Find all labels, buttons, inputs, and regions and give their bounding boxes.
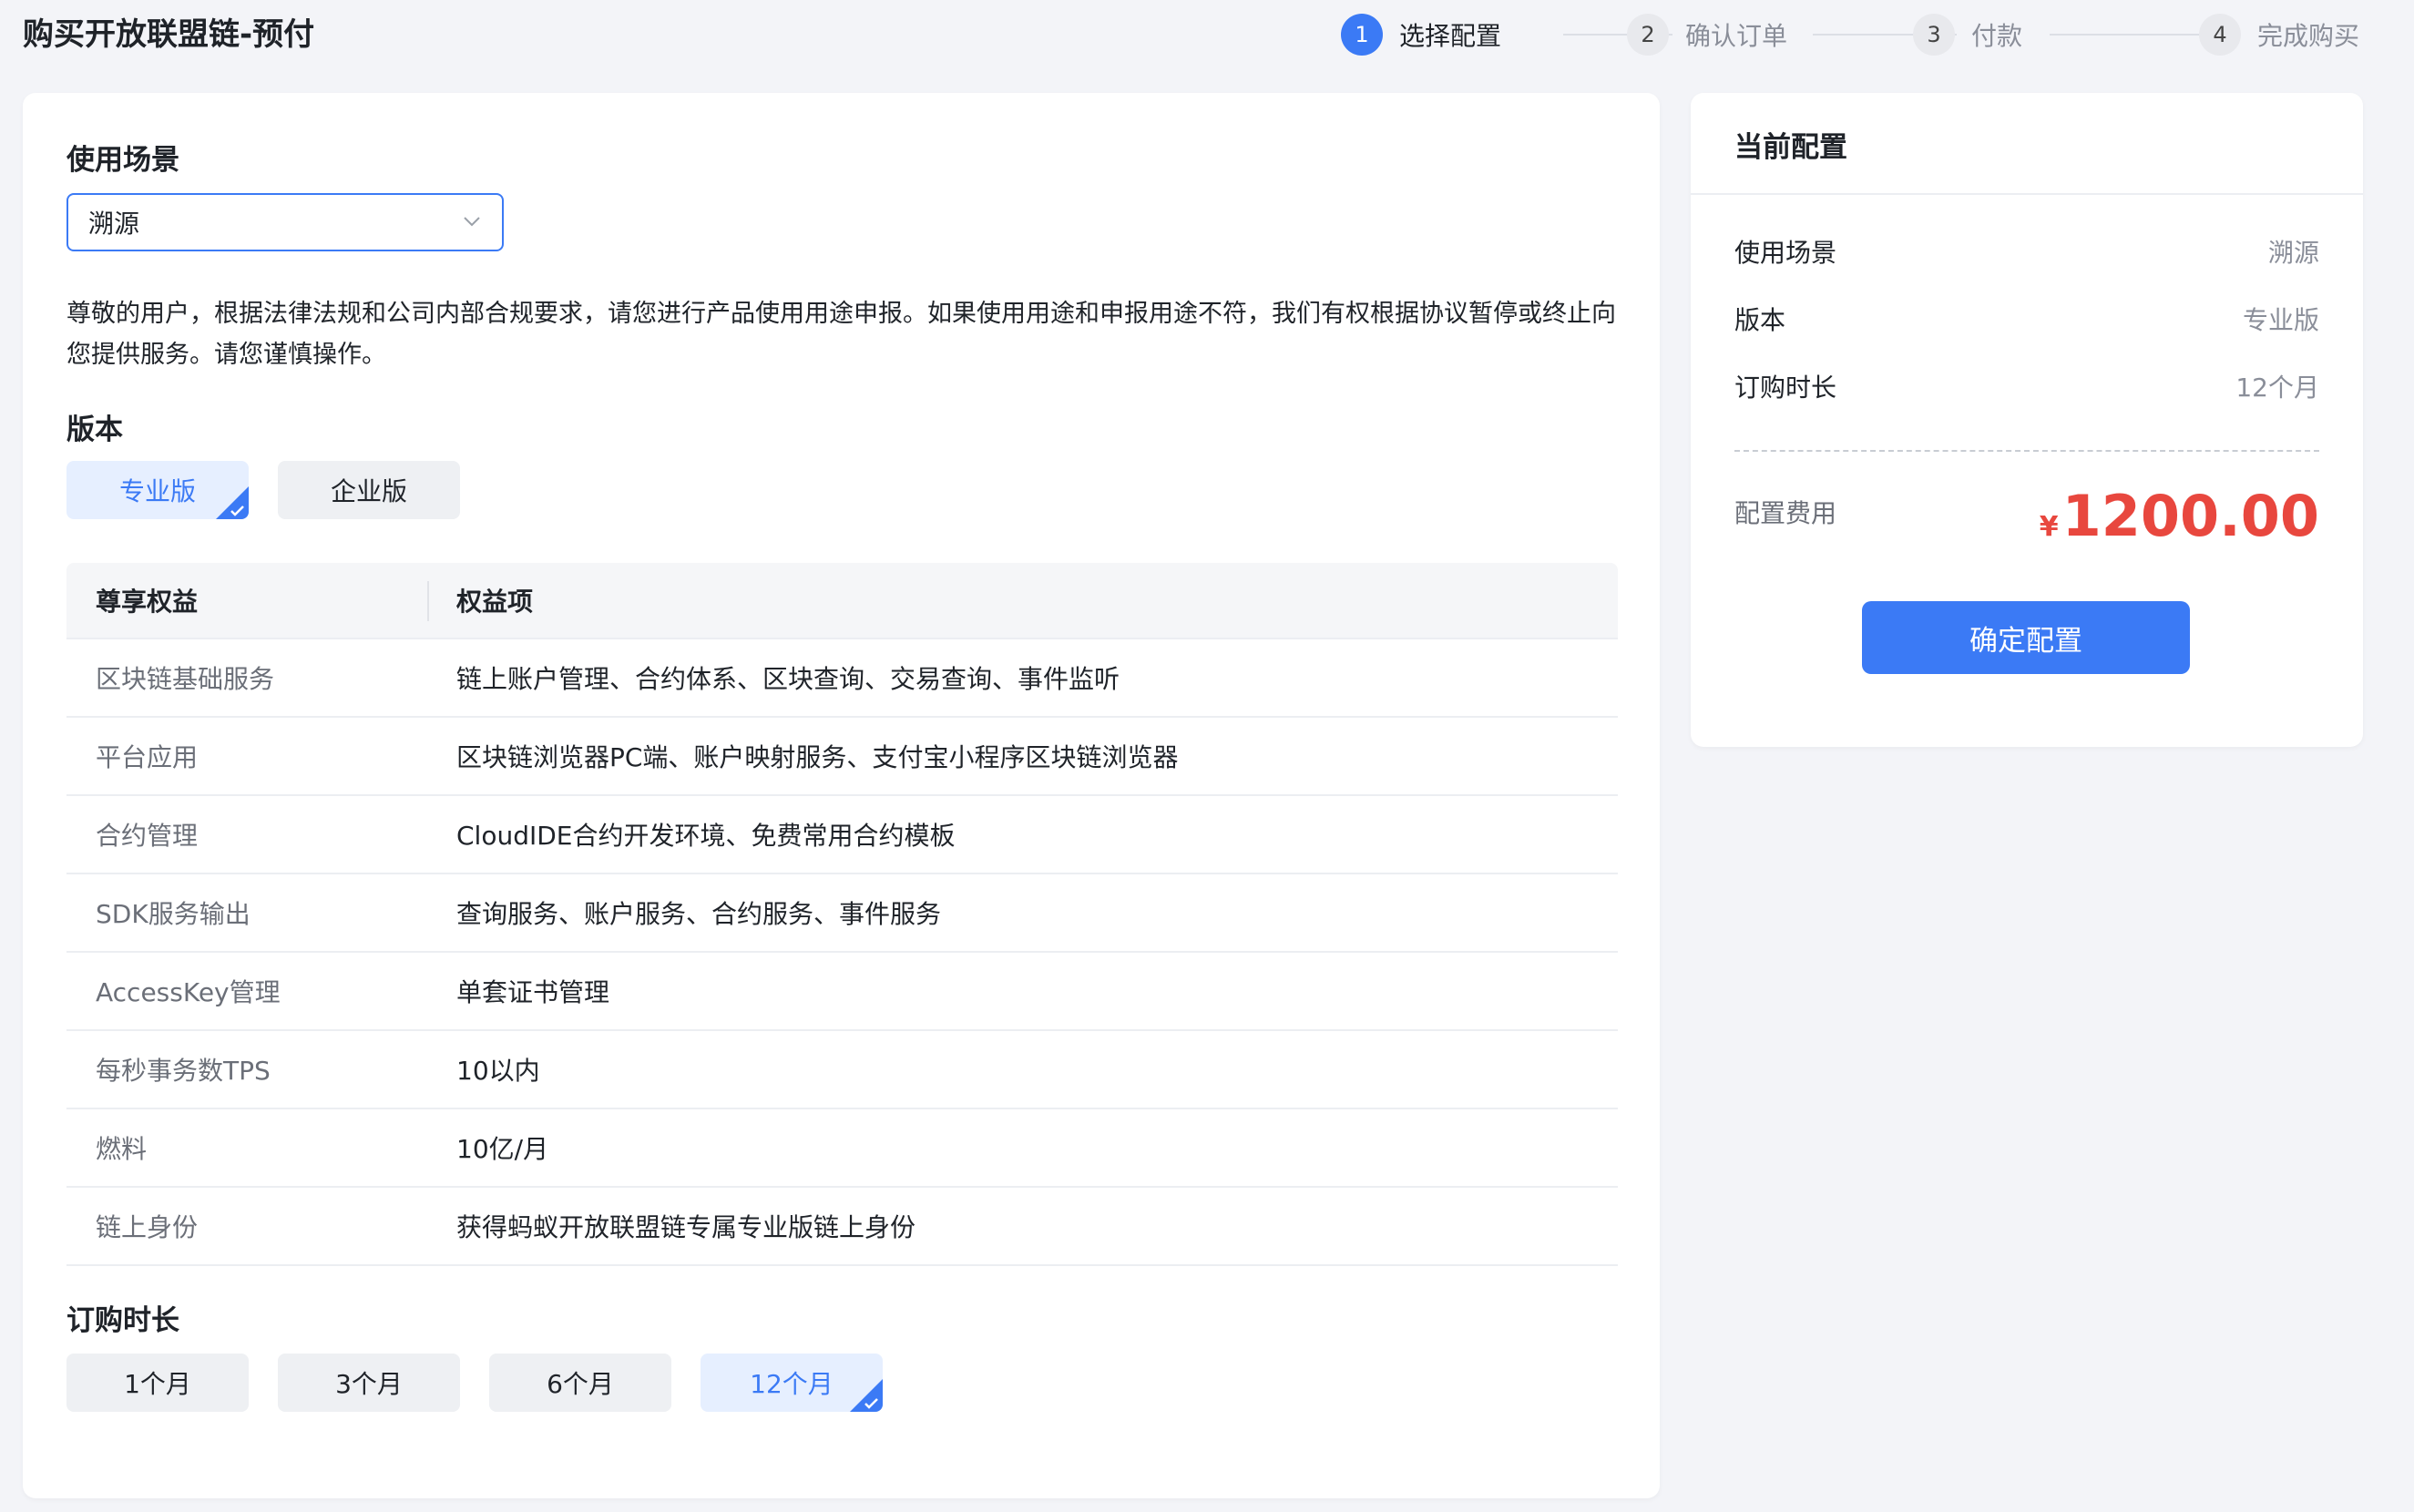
table-row: 区块链基础服务 链上账户管理、合约体系、区块查询、交易查询、事件监听 (66, 639, 1618, 718)
duration-option-1m[interactable]: 1个月 (66, 1354, 249, 1412)
summary-row-duration: 订购时长 12个月 (1734, 368, 2319, 404)
duration-label: 订购时长 (66, 1304, 179, 1337)
table-cell: 10以内 (456, 1056, 540, 1086)
step-number: 3 (1913, 14, 1955, 56)
dashed-divider (1734, 450, 2319, 452)
table-cell: 每秒事务数TPS (96, 1056, 271, 1086)
step-number: 2 (1627, 14, 1669, 56)
table-cell: CloudIDE合约开发环境、免费常用合约模板 (456, 821, 956, 851)
scenario-label: 使用场景 (66, 144, 179, 177)
summary-card: 当前配置 使用场景 溯源 版本 专业版 订购时长 12个月 配置费用 ¥ 120… (1691, 93, 2363, 747)
edition-label: 版本 (66, 414, 123, 446)
edition-option-enterprise[interactable]: 企业版 (278, 461, 460, 519)
summary-value: 溯源 (2267, 238, 2319, 268)
table-cell: 合约管理 (96, 821, 199, 851)
duration-option-12m[interactable]: 12个月 (701, 1354, 883, 1412)
duration-option-label: 12个月 (750, 1369, 834, 1399)
fee-value: ¥ 1200.00 (2040, 485, 2319, 548)
step-1: 1 选择配置 (1341, 13, 1501, 56)
selected-check-icon (850, 1379, 883, 1412)
table-cell: 区块链浏览器PC端、账户映射服务、支付宝小程序区块链浏览器 (456, 742, 1179, 772)
table-cell: SDK服务输出 (96, 899, 251, 929)
step-label: 完成购买 (2257, 21, 2360, 51)
summary-value: 专业版 (2242, 305, 2319, 335)
edition-option-label: 企业版 (330, 476, 407, 506)
fee-amount: 1200.00 (2061, 483, 2319, 549)
step-2: 2 确认订单 (1627, 13, 1787, 56)
summary-key: 使用场景 (1734, 238, 1837, 268)
config-card: 使用场景 溯源 尊敬的用户，根据法律法规和公司内部合规要求，请您进行产品使用用途… (23, 93, 1660, 1498)
step-label: 选择配置 (1399, 21, 1502, 51)
page: 购买开放联盟链-预付 1 选择配置 2 确认订单 3 付款 4 完成购买 使用场… (0, 0, 2414, 1512)
table-row: SDK服务输出 查询服务、账户服务、合约服务、事件服务 (66, 874, 1618, 953)
table-cell: 获得蚂蚁开放联盟链专属专业版链上身份 (456, 1212, 916, 1242)
summary-title: 当前配置 (1734, 131, 1847, 164)
table-row: 每秒事务数TPS 10以内 (66, 1031, 1618, 1109)
summary-key: 版本 (1734, 305, 1786, 335)
table-cell: 单套证书管理 (456, 977, 610, 1007)
column-divider (427, 581, 429, 621)
step-3: 3 付款 (1913, 13, 2022, 56)
table-cell: 平台应用 (96, 742, 199, 772)
table-cell: 链上身份 (96, 1212, 199, 1242)
edition-option-label: 专业版 (118, 476, 196, 506)
scenario-select[interactable]: 溯源 (66, 193, 504, 251)
table-cell: AccessKey管理 (96, 977, 281, 1007)
confirm-config-button[interactable]: 确定配置 (1862, 601, 2190, 674)
step-label: 付款 (1971, 21, 2023, 51)
page-title: 购买开放联盟链-预付 (23, 16, 315, 53)
table-cell: 查询服务、账户服务、合约服务、事件服务 (456, 899, 942, 929)
chevron-down-icon (464, 217, 480, 227)
table-cell: 区块链基础服务 (96, 664, 275, 694)
duration-option-label: 6个月 (547, 1369, 614, 1399)
edition-option-pro[interactable]: 专业版 (66, 461, 249, 519)
benefits-table: 尊享权益 权益项 区块链基础服务 链上账户管理、合约体系、区块查询、交易查询、事… (66, 563, 1618, 1266)
summary-value: 12个月 (2235, 373, 2319, 403)
table-row: 链上身份 获得蚂蚁开放联盟链专属专业版链上身份 (66, 1188, 1618, 1266)
compliance-notice: 尊敬的用户，根据法律法规和公司内部合规要求，请您进行产品使用用途申报。如果使用用… (66, 300, 1616, 369)
table-row: 燃料 10亿/月 (66, 1109, 1618, 1188)
column-header-items: 权益项 (456, 587, 534, 617)
fee-label: 配置费用 (1734, 498, 1837, 528)
column-header-benefit: 尊享权益 (96, 587, 199, 617)
table-row: 平台应用 区块链浏览器PC端、账户映射服务、支付宝小程序区块链浏览器 (66, 718, 1618, 796)
table-cell: 链上账户管理、合约体系、区块查询、交易查询、事件监听 (456, 664, 1120, 694)
duration-option-label: 1个月 (124, 1369, 191, 1399)
summary-row-edition: 版本 专业版 (1734, 301, 2319, 337)
duration-option-3m[interactable]: 3个月 (278, 1354, 460, 1412)
step-label: 确认订单 (1685, 21, 1788, 51)
table-cell: 10亿/月 (456, 1134, 549, 1164)
duration-option-6m[interactable]: 6个月 (489, 1354, 671, 1412)
step-number: 4 (2199, 14, 2241, 56)
selected-check-icon (216, 486, 249, 519)
step-number: 1 (1341, 14, 1383, 56)
table-cell: 燃料 (96, 1134, 148, 1164)
currency-symbol: ¥ (2039, 511, 2059, 543)
duration-option-label: 3个月 (335, 1369, 403, 1399)
summary-key: 订购时长 (1734, 373, 1837, 403)
table-row: 合约管理 CloudIDE合约开发环境、免费常用合约模板 (66, 796, 1618, 874)
scenario-select-value: 溯源 (88, 209, 140, 239)
table-header: 尊享权益 权益项 (66, 563, 1618, 639)
summary-row-scenario: 使用场景 溯源 (1734, 233, 2319, 270)
divider (1691, 193, 2363, 195)
step-4: 4 完成购买 (2199, 13, 2359, 56)
table-row: AccessKey管理 单套证书管理 (66, 953, 1618, 1031)
